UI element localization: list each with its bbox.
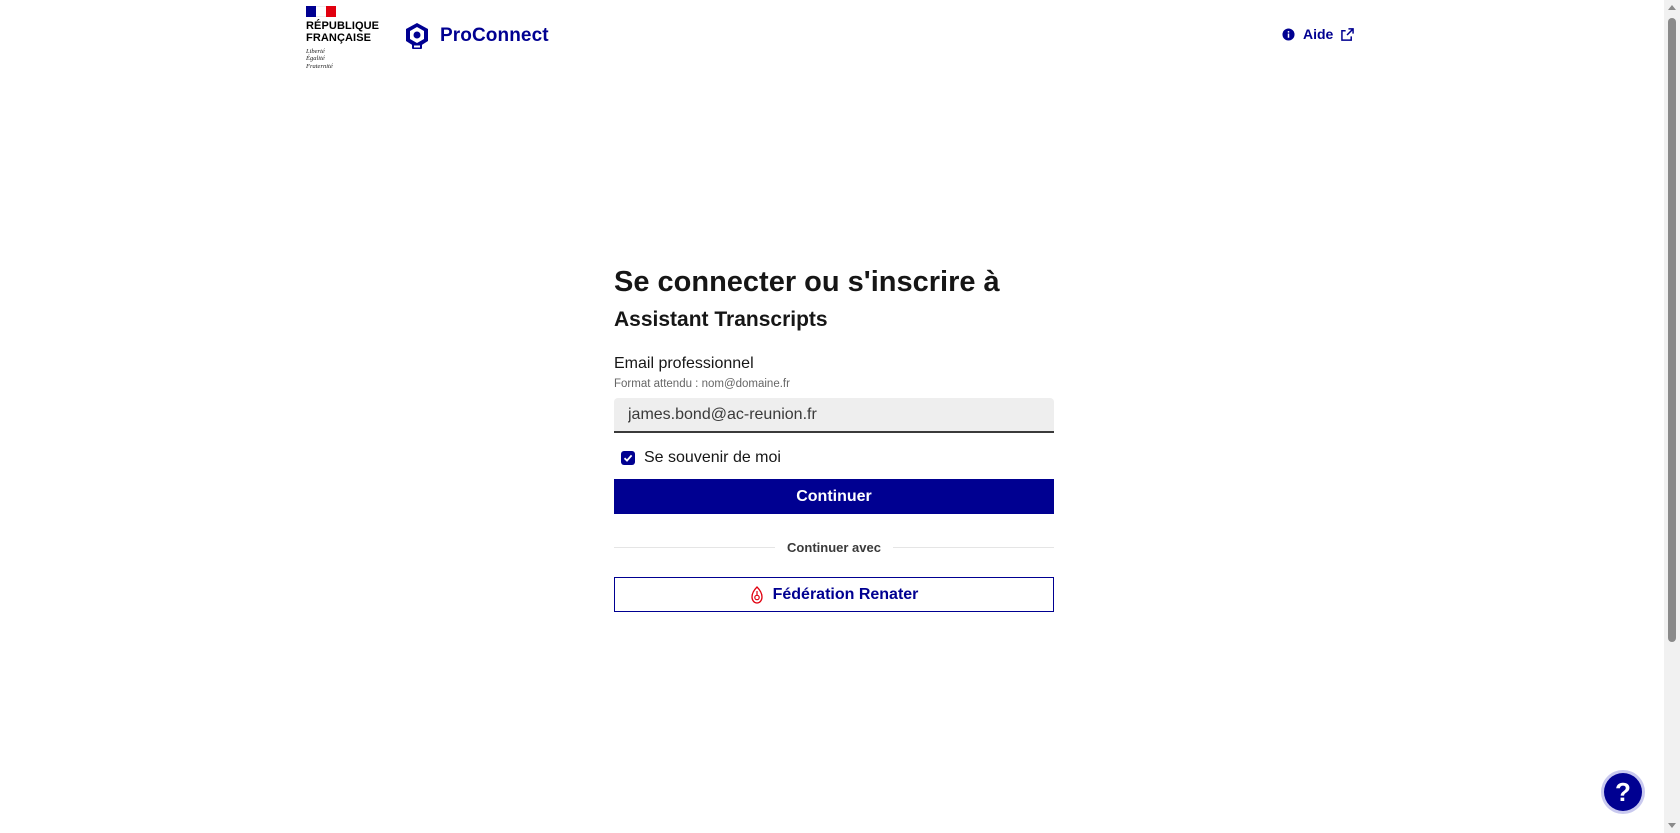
remember-me-checkbox[interactable]: Se souvenir de moi [621, 449, 1054, 467]
scrollbar-thumb[interactable] [1668, 18, 1676, 642]
proconnect-brand[interactable]: ProConnect [403, 20, 549, 52]
page-title: Se connecter ou s'inscrire à [614, 266, 1000, 298]
help-chat-button[interactable]: ? [1604, 773, 1642, 811]
email-label: Email professionnel [614, 355, 754, 372]
french-flag-icon [306, 6, 336, 17]
renater-logo-icon [750, 585, 763, 604]
scroll-down-arrow-icon[interactable] [1668, 823, 1676, 828]
checkbox-checked-icon[interactable] [621, 451, 635, 465]
page-subtitle: Assistant Transcripts [614, 308, 828, 331]
separator-line-left [614, 547, 776, 548]
republic-name-line1: République [306, 20, 380, 32]
external-link-icon [1341, 27, 1355, 41]
scrollbar[interactable] [1664, 0, 1680, 833]
help-label: Aide [1303, 26, 1334, 42]
motto-fraternite: Fraternité [306, 62, 333, 70]
separator-label: Continuer avec [787, 540, 881, 555]
republic-name-line2: Française [306, 31, 372, 44]
continue-button[interactable]: Continuer [614, 479, 1054, 514]
separator-line-right [892, 547, 1055, 548]
brand-name: ProConnect [440, 25, 549, 46]
separator: Continuer avec [614, 540, 1055, 555]
scroll-up-arrow-icon[interactable] [1668, 5, 1676, 10]
federation-label: Fédération Renater [772, 585, 919, 603]
proconnect-logo-icon [406, 23, 428, 49]
federation-renater-button[interactable]: Fédération Renater [614, 577, 1054, 612]
remember-me-label: Se souvenir de moi [644, 449, 781, 466]
email-field[interactable] [614, 398, 1054, 433]
header: République Française Liberté Égalité Fra… [0, 0, 1664, 80]
email-hint: Format attendu : nom@domaine.fr [614, 378, 790, 390]
republic-motto: Liberté Égalité Fraternité [306, 48, 386, 70]
help-link[interactable]: Aide [1282, 26, 1355, 42]
login-form: Se connecter ou s'inscrire à Assistant T… [614, 262, 1055, 612]
motto-egalite: Égalité [306, 55, 325, 63]
republique-francaise-logo[interactable]: République Française Liberté Égalité Fra… [306, 6, 386, 72]
info-icon [1282, 27, 1295, 41]
republic-name: République Française [306, 20, 386, 44]
